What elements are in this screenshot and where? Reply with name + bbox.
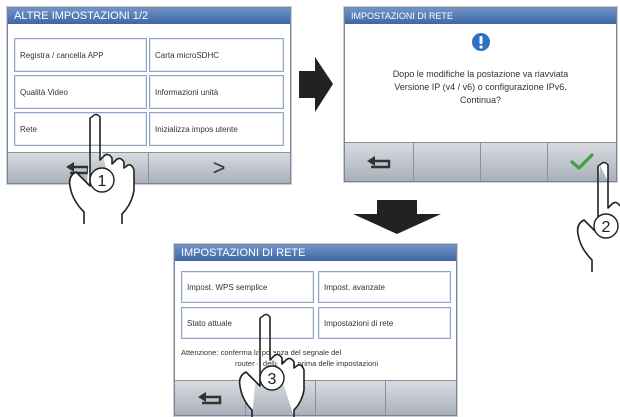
message-line-2: Versione IP (v4 / v6) o configurazione I… — [394, 82, 567, 92]
nav-bar: > — [8, 152, 290, 183]
informazioni-unita-button[interactable]: Informazioni unità — [149, 75, 284, 109]
screen-title: ALTRE IMPOSTAZIONI 1/2 — [8, 8, 290, 24]
message-line-1: Dopo le modifiche la postazione va riavv… — [392, 69, 569, 79]
dialog-message: Dopo le modifiche la postazione va riavv… — [345, 68, 616, 107]
empty-nav-slot-2 — [315, 381, 386, 415]
screen-impostazioni-rete-confirm: IMPOSTAZIONI DI RETE Dopo le modifiche l… — [344, 7, 617, 182]
impost-avanzate-button[interactable]: Impost. avanzate — [318, 271, 451, 303]
registra-cancella-app-button[interactable]: Registra / cancella APP — [14, 38, 147, 72]
empty-nav-slot-3 — [385, 381, 456, 415]
arrow-down-icon — [353, 200, 441, 234]
back-arrow-icon — [198, 392, 222, 405]
impostazioni-di-rete-button[interactable]: Impostazioni di rete — [318, 307, 451, 339]
hand-tap-icon: 2 — [576, 161, 620, 272]
next-symbol: > — [212, 155, 226, 180]
screen-title: IMPOSTAZIONI DI RETE — [345, 8, 616, 24]
next-button[interactable]: > — [148, 153, 290, 183]
carta-microsdhc-button[interactable]: Carta microSDHC — [149, 38, 284, 72]
step-number-2: 2 — [602, 219, 611, 236]
qualita-video-button[interactable]: Qualità Video — [14, 75, 147, 109]
screen-impostazioni-rete: IMPOSTAZIONI DI RETE Impost. WPS semplic… — [174, 244, 457, 416]
step-number-1: 1 — [98, 173, 107, 190]
arrow-right-icon — [299, 57, 333, 112]
inizializza-impos-utente-button[interactable]: Inizializza impos utente — [149, 112, 284, 146]
back-button[interactable] — [345, 143, 414, 181]
nav-bar — [175, 380, 456, 415]
screen-title: IMPOSTAZIONI DI RETE — [175, 245, 456, 261]
empty-nav-slot-1 — [413, 143, 481, 181]
hand-tap-icon: 3 — [238, 313, 305, 417]
empty-nav-slot-2 — [480, 143, 548, 181]
screen-altre-impostazioni: ALTRE IMPOSTAZIONI 1/2 Registra / cancel… — [7, 7, 291, 184]
step-number-3: 3 — [268, 371, 277, 388]
exclamation-icon — [472, 33, 490, 51]
back-arrow-icon — [367, 156, 391, 169]
message-line-3: Continua? — [459, 95, 502, 105]
impost-wps-semplice-button[interactable]: Impost. WPS semplice — [181, 271, 314, 303]
hand-tap-icon: 1 — [68, 113, 135, 224]
